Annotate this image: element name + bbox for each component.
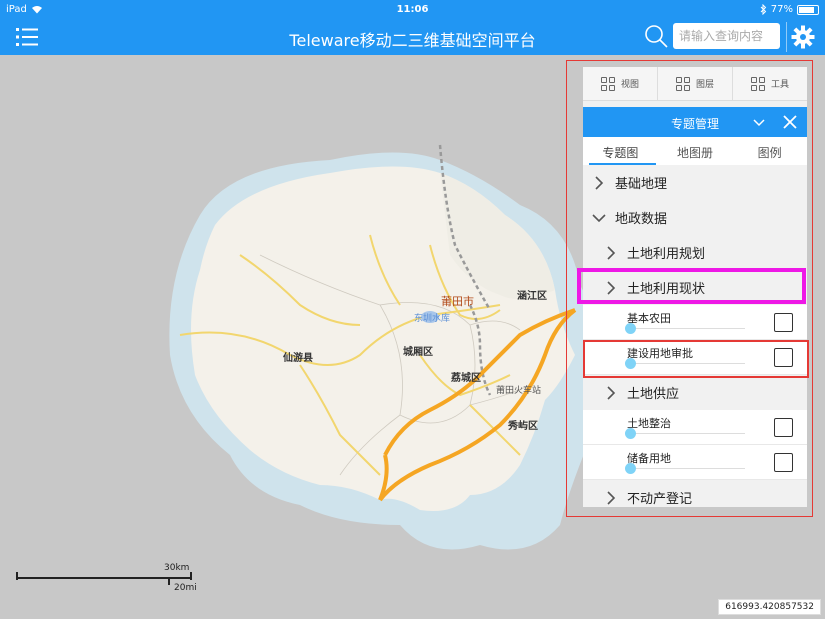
scale-bar: 30km 20mi — [16, 563, 197, 597]
tree-item-basic-geography[interactable]: 基础地理 — [583, 165, 807, 200]
toolbar-view-button[interactable]: 视图 — [583, 67, 658, 100]
bluetooth-icon — [760, 4, 766, 15]
chevron-down-icon — [753, 119, 765, 127]
map-label-xianyou: 仙游县 — [283, 353, 313, 364]
gear-icon — [791, 25, 815, 49]
tab-atlas[interactable]: 地图册 — [658, 137, 733, 165]
panel-header: 专题管理 — [583, 107, 807, 137]
close-icon — [783, 115, 797, 129]
battery-fill — [799, 6, 815, 13]
slider-knob[interactable] — [625, 323, 636, 334]
toolbar-layer-label: 图层 — [695, 80, 714, 90]
coordinates-readout: 616993.420857532 — [718, 599, 821, 615]
search-icon — [645, 25, 668, 48]
nav-bar: Teleware移动二三维基础空间平台 — [0, 20, 825, 55]
map-label-station: 莆田火车站 — [496, 386, 542, 396]
grid-icon — [600, 76, 615, 91]
map-label-hanjiang: 涵江区 — [517, 291, 547, 302]
map-label-lake: 东圳水库 — [414, 314, 451, 324]
scale-line — [16, 577, 192, 579]
opacity-slider[interactable] — [625, 323, 745, 334]
tree-item-label: 土地供应 — [627, 387, 680, 402]
panel-toolbar: 视图 图层 工具 — [583, 67, 807, 101]
status-bar: iPad 11:06 77% — [0, 0, 825, 20]
tab-legend[interactable]: 图例 — [732, 137, 807, 165]
chevron-down-icon — [592, 213, 606, 222]
scale-label-km: 30km — [164, 563, 190, 573]
map-label-licheng: 荔城区 — [451, 373, 481, 384]
layer-row-basic-farmland: 基本农田 — [583, 305, 807, 340]
layer-checkbox[interactable] — [774, 418, 793, 437]
tree-item-label: 地政数据 — [615, 212, 668, 227]
chevron-right-icon — [595, 175, 604, 190]
nav-divider — [786, 22, 787, 52]
tree-item-land-supply[interactable]: 土地供应 — [583, 375, 807, 410]
panel-tabs: 专题图 地图册 图例 — [583, 137, 807, 165]
tree-item-label: 土地利用规划 — [627, 247, 706, 262]
scale-tick — [168, 577, 170, 585]
grid-icon — [675, 76, 690, 91]
settings-button[interactable] — [790, 24, 816, 50]
toolbar-tools-label: 工具 — [770, 80, 789, 90]
chevron-right-icon — [607, 385, 616, 400]
search-input[interactable] — [673, 23, 780, 49]
grid-icon — [750, 76, 765, 91]
panel-title: 专题管理 — [670, 117, 719, 131]
scale-tick — [190, 572, 192, 580]
toolbar-tools-button[interactable]: 工具 — [733, 67, 807, 100]
toolbar-layer-button[interactable]: 图层 — [658, 67, 733, 100]
scale-tick — [16, 572, 18, 580]
map-label-xiuyu: 秀屿区 — [508, 421, 538, 432]
highlight-land-status — [577, 268, 806, 304]
battery-icon — [797, 4, 819, 15]
tree-item-land-plan[interactable]: 土地利用规划 — [583, 235, 807, 270]
opacity-slider[interactable] — [625, 428, 745, 439]
opacity-slider[interactable] — [625, 463, 745, 474]
highlight-construction-approval — [583, 340, 809, 378]
scale-label-mi: 20mi — [174, 583, 197, 593]
chevron-right-icon — [607, 245, 616, 260]
layer-row-land-consolidation: 土地整治 — [583, 410, 807, 445]
tree-item-real-estate[interactable]: 不动产登记 — [583, 480, 807, 507]
tree-item-label: 基础地理 — [615, 177, 668, 192]
thematic-tree: 基础地理 地政数据 土地利用规划 土地利用现状 基本农田 建设用地审批 土地供应 — [583, 165, 807, 507]
map-label-chengxiang: 城厢区 — [403, 347, 433, 358]
tab-thematic-map[interactable]: 专题图 — [583, 137, 658, 165]
status-time: 11:06 — [396, 4, 429, 15]
list-icon — [16, 28, 38, 46]
layer-checkbox[interactable] — [774, 453, 793, 472]
tree-item-land-admin[interactable]: 地政数据 — [583, 200, 807, 235]
tree-item-label: 不动产登记 — [627, 492, 693, 507]
layer-row-reserve-land: 储备用地 — [583, 445, 807, 480]
chevron-right-icon — [607, 490, 616, 505]
map-label-putian: 莆田市 — [441, 295, 474, 308]
collapse-button[interactable] — [750, 113, 768, 131]
slider-knob[interactable] — [625, 428, 636, 439]
close-button[interactable] — [781, 113, 799, 131]
battery-percent: 77% — [770, 4, 793, 15]
search-button[interactable] — [643, 23, 669, 49]
layer-checkbox[interactable] — [774, 313, 793, 332]
slider-knob[interactable] — [625, 463, 636, 474]
toolbar-view-label: 视图 — [620, 80, 639, 90]
menu-button[interactable] — [14, 24, 40, 50]
